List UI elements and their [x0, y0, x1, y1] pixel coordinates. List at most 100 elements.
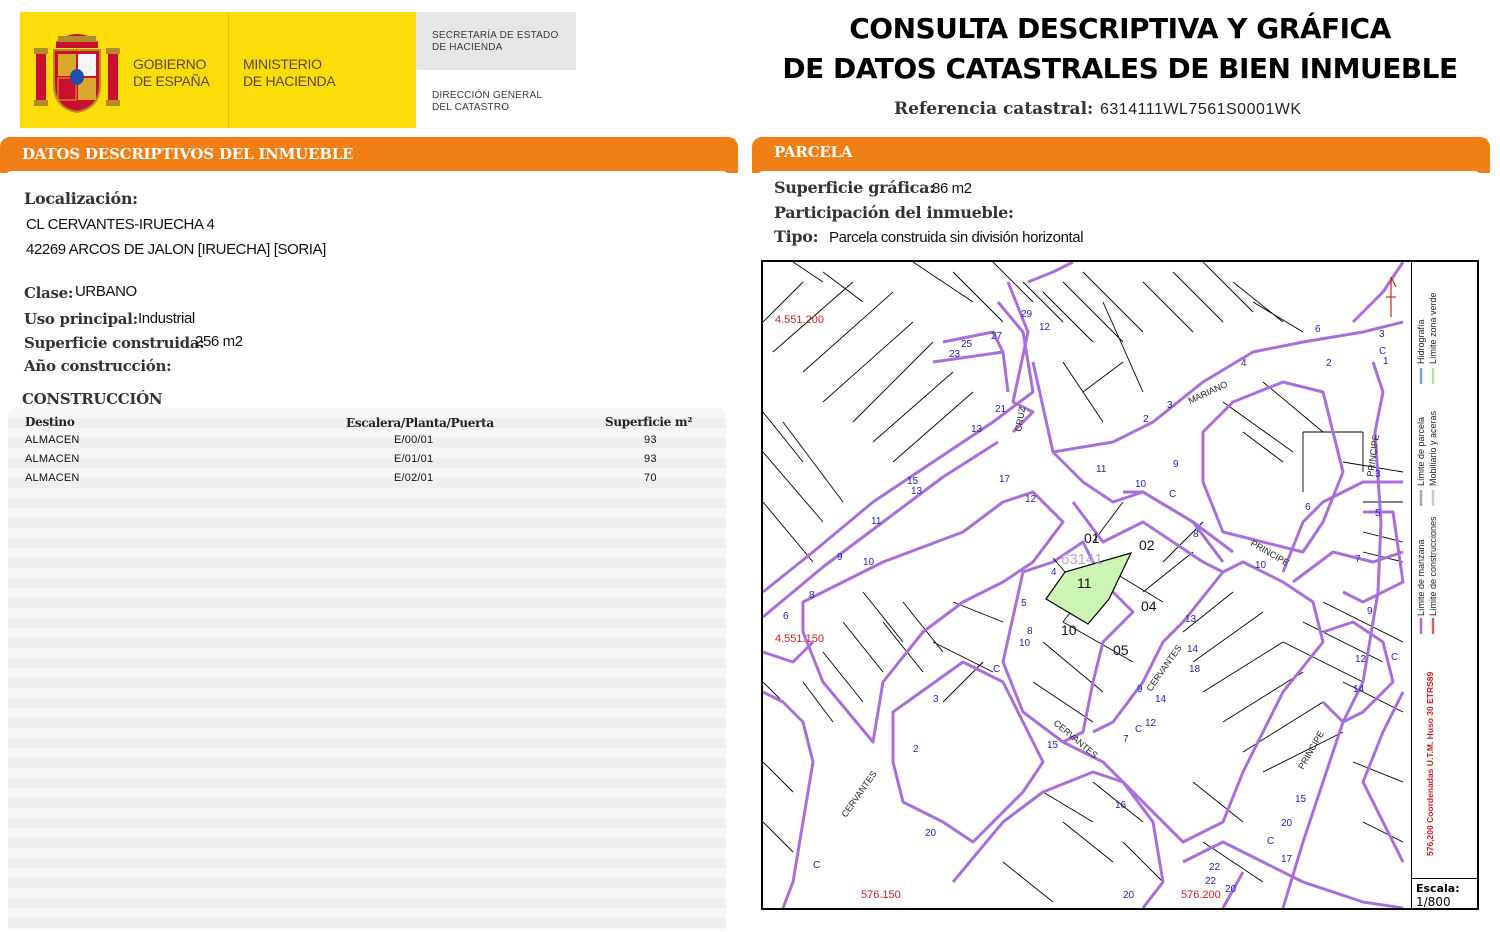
svg-text:11: 11	[1096, 464, 1107, 475]
svg-text:20: 20	[1281, 818, 1293, 829]
svg-text:C: C	[1267, 836, 1274, 847]
parcela-section-header: PARCELA	[752, 137, 1490, 179]
table-row: ALMACEN	[25, 453, 80, 465]
table-row: 93	[644, 453, 657, 465]
svg-text:20: 20	[1225, 884, 1237, 895]
descriptivos-section-title: DATOS DESCRIPTIVOS DEL INMUEBLE	[22, 145, 354, 163]
logo-divider	[228, 12, 229, 128]
superficie-value: 256 m2	[195, 333, 243, 350]
legend-parcela: Límite de parcela	[1416, 417, 1426, 486]
direccion-text: DIRECCIÓN GENERAL DEL CATASTRO	[432, 90, 543, 113]
legend-hidrografia: Hidrografía	[1416, 319, 1426, 364]
svg-text:21: 21	[995, 404, 1007, 415]
svg-text:27: 27	[991, 331, 1003, 342]
svg-text:2: 2	[1326, 358, 1332, 369]
svg-text:9: 9	[1173, 459, 1179, 470]
table-row: E/01/01	[394, 453, 434, 465]
tipo-label: Tipo:	[774, 227, 819, 246]
svg-text:16: 16	[1115, 800, 1127, 811]
coord-y1: 4.551.200	[775, 314, 824, 326]
ref-catastral-label: Referencia catastral:	[894, 99, 1094, 119]
parcel-number: 11	[1077, 575, 1092, 591]
uso-label: Uso principal:	[24, 310, 138, 328]
table-row: 70	[644, 472, 657, 484]
parcel-number: 05	[1113, 642, 1129, 658]
secretaria-text: SECRETARÍA DE ESTADO DE HACIENDA	[432, 30, 559, 53]
svg-text:23: 23	[949, 349, 961, 360]
svg-text:4: 4	[1051, 567, 1057, 578]
svg-text:14: 14	[1187, 644, 1199, 655]
svg-text:20: 20	[1123, 890, 1135, 901]
sup-grafica-label: Superficie gráfica:	[774, 178, 935, 197]
svg-text:9: 9	[837, 552, 843, 563]
legend-mobiliario: Mobiliario y aceras	[1428, 410, 1438, 486]
svg-text:8: 8	[1027, 626, 1033, 637]
svg-text:3: 3	[933, 694, 939, 705]
svg-text:8: 8	[809, 590, 815, 601]
svg-text:25: 25	[961, 339, 973, 350]
svg-text:C: C	[813, 860, 820, 871]
construccion-table: Destino Escalera/Planta/Puerta Superfici…	[8, 408, 726, 930]
svg-text:6: 6	[1315, 324, 1321, 335]
svg-text:C: C	[993, 664, 1000, 675]
address-line2: 42269 ARCOS DE JALON [IRUECHA] [SORIA]	[26, 241, 326, 258]
superficie-label: Superficie construida:	[24, 334, 205, 352]
clase-label: Clase:	[24, 284, 74, 302]
parcela-section-title: PARCELA	[774, 143, 853, 161]
anio-label: Año construcción:	[24, 357, 172, 375]
svg-text:10: 10	[863, 557, 875, 568]
svg-text:7: 7	[1123, 734, 1129, 745]
svg-text:1: 1	[1383, 356, 1389, 367]
street-label: PRINCIPE	[1296, 729, 1326, 771]
svg-text:2: 2	[1143, 414, 1149, 425]
svg-text:13: 13	[971, 424, 983, 435]
legend-construcciones: Límite de construcciones	[1428, 516, 1438, 616]
coat-of-arms-icon	[34, 34, 120, 114]
street-label: CERVANTES	[839, 769, 878, 819]
svg-text:3: 3	[1379, 329, 1385, 340]
svg-text:12: 12	[1145, 718, 1157, 729]
table-row: ALMACEN	[25, 434, 80, 446]
svg-text:11: 11	[871, 516, 882, 527]
parcel-number: 04	[1141, 598, 1157, 614]
svg-text:3: 3	[1375, 469, 1381, 480]
svg-text:10: 10	[1255, 560, 1267, 571]
svg-text:10: 10	[1135, 479, 1147, 490]
svg-text:8: 8	[1193, 529, 1199, 540]
svg-text:15: 15	[1047, 740, 1059, 751]
coord-x1: 576.150	[861, 889, 901, 901]
parcel-number: 02	[1139, 537, 1155, 553]
svg-text:14: 14	[1155, 694, 1167, 705]
svg-text:C: C	[1135, 724, 1142, 735]
coord-y2: 4.551.150	[775, 633, 824, 645]
svg-text:12: 12	[1025, 494, 1037, 505]
map-drawing: 01 02 11 04 10 05 63141 CRUZ MARIANO PRI…	[763, 262, 1405, 908]
page-title-line1: CONSULTA DESCRIPTIVA Y GRÁFICA	[849, 12, 1391, 45]
svg-text:4: 4	[1241, 358, 1247, 369]
clase-value: URBANO	[75, 283, 137, 300]
gobierno-text: GOBIERNO DE ESPAÑA	[133, 56, 210, 89]
participacion-label: Participación del inmueble:	[774, 203, 1014, 222]
svg-text:12: 12	[1355, 654, 1367, 665]
street-label: CRUZ	[1013, 405, 1027, 432]
svg-text:13: 13	[911, 486, 923, 497]
descriptivos-section-header: DATOS DESCRIPTIVOS DEL INMUEBLE	[0, 137, 738, 179]
sup-grafica-value: 86 m2	[932, 180, 972, 197]
table-header-superficie: Superficie m²	[605, 415, 693, 429]
svg-text:22: 22	[1205, 876, 1217, 887]
svg-text:7: 7	[1355, 554, 1361, 565]
ministerio-text: MINISTERIO DE HACIENDA	[243, 56, 336, 89]
page-title-line2: DE DATOS CATASTRALES DE BIEN INMUEBLE	[782, 52, 1458, 85]
parcel-ref-label: 63141	[1061, 551, 1103, 568]
svg-text:2: 2	[913, 744, 919, 755]
legend-zona-verde: Límite zona verde	[1428, 292, 1438, 364]
table-header-destino: Destino	[25, 415, 75, 429]
legend-drawing: Límite de manzana Límite de construccion…	[1416, 292, 1438, 856]
svg-text:13: 13	[1185, 614, 1197, 625]
legend-manzana: Límite de manzana	[1416, 539, 1426, 616]
scale-label: Escala:	[1416, 882, 1460, 895]
parcel-number: 10	[1061, 622, 1077, 638]
svg-text:C: C	[1169, 489, 1176, 500]
svg-text:6: 6	[1305, 502, 1311, 513]
coord-system-label: 576,200 Coordenadas U.T.M. Huso 30 ETRS8…	[1425, 671, 1435, 856]
